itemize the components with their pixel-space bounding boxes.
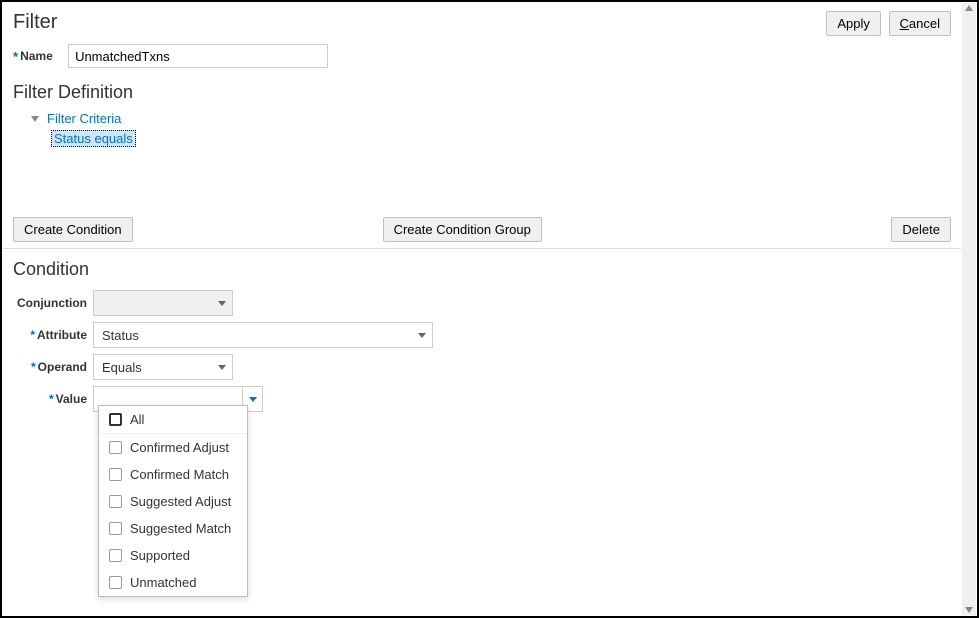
chevron-down-icon <box>218 365 226 370</box>
page-title: Filter <box>13 11 57 34</box>
action-center: Create Condition Group <box>383 217 882 242</box>
option-label: Unmatched <box>130 575 196 590</box>
create-condition-group-button[interactable]: Create Condition Group <box>383 217 542 242</box>
checkbox-icon <box>109 495 122 508</box>
option-label: Confirmed Match <box>130 467 229 482</box>
operand-row: *Operand Equals <box>13 354 951 380</box>
required-indicator: * <box>30 328 35 342</box>
vertical-scrollbar[interactable] <box>962 3 976 615</box>
option-label: Suggested Match <box>130 521 231 536</box>
delete-button[interactable]: Delete <box>891 217 951 242</box>
action-bar: Create Condition Create Condition Group … <box>3 211 961 249</box>
required-indicator: * <box>49 392 54 406</box>
dropdown-option-confirmed-adjust[interactable]: Confirmed Adjust <box>99 434 247 461</box>
option-label: Confirmed Adjust <box>130 440 229 455</box>
checkbox-icon <box>109 522 122 535</box>
checkbox-icon <box>109 441 122 454</box>
header: Filter Apply Cancel <box>3 3 961 40</box>
dropdown-option-suggested-adjust[interactable]: Suggested Adjust <box>99 488 247 515</box>
filter-dialog: Filter Apply Cancel * Name Filter Defini… <box>0 0 979 618</box>
conjunction-row: Conjunction <box>13 290 951 316</box>
operand-value: Equals <box>102 360 142 375</box>
cancel-accelerator: C <box>900 16 909 31</box>
attribute-select[interactable]: Status <box>93 322 433 348</box>
chevron-down-icon <box>218 301 226 306</box>
value-dropdown-panel: All Confirmed Adjust Confirmed Match Sug… <box>98 405 248 597</box>
filter-criteria-tree: Filter Criteria Status equals <box>3 109 961 161</box>
conjunction-label: Conjunction <box>13 296 93 310</box>
spacer <box>3 161 961 211</box>
condition-title: Condition <box>3 249 961 286</box>
criteria-node-status-equals[interactable]: Status equals <box>51 130 136 147</box>
checkbox-icon <box>109 413 122 426</box>
value-label: *Value <box>13 392 93 406</box>
required-indicator: * <box>31 360 36 374</box>
option-label: Suggested Adjust <box>130 494 231 509</box>
filter-definition-title: Filter Definition <box>3 72 961 109</box>
triangle-down-icon <box>249 397 257 402</box>
checkbox-icon <box>109 549 122 562</box>
content-area: Filter Apply Cancel * Name Filter Defini… <box>3 3 961 615</box>
option-label: Supported <box>130 548 190 563</box>
operand-label: *Operand <box>13 360 93 374</box>
checkbox-icon <box>109 576 122 589</box>
name-label: Name <box>20 49 68 63</box>
condition-form: Conjunction *Attribute Status *Operand E… <box>3 286 961 422</box>
dropdown-option-confirmed-match[interactable]: Confirmed Match <box>99 461 247 488</box>
tree-root-row[interactable]: Filter Criteria <box>31 111 951 126</box>
dropdown-option-supported[interactable]: Supported <box>99 542 247 569</box>
checkbox-icon <box>109 468 122 481</box>
name-row: * Name <box>3 40 961 72</box>
attribute-row: *Attribute Status <box>13 322 951 348</box>
required-indicator: * <box>13 49 18 64</box>
scroll-down-icon[interactable] <box>965 607 973 613</box>
create-condition-button[interactable]: Create Condition <box>13 217 133 242</box>
attribute-label: *Attribute <box>13 328 93 342</box>
dropdown-option-unmatched[interactable]: Unmatched <box>99 569 247 596</box>
conjunction-select[interactable] <box>93 290 233 316</box>
filter-criteria-link[interactable]: Filter Criteria <box>47 111 121 126</box>
tree-child-row: Status equals <box>51 130 951 147</box>
header-buttons: Apply Cancel <box>822 11 951 36</box>
option-label: All <box>130 412 144 427</box>
chevron-down-icon <box>418 333 426 338</box>
disclosure-triangle-icon[interactable] <box>31 116 39 122</box>
operand-select[interactable]: Equals <box>93 354 233 380</box>
dropdown-option-suggested-match[interactable]: Suggested Match <box>99 515 247 542</box>
dropdown-option-all[interactable]: All <box>99 406 247 434</box>
cancel-button[interactable]: Cancel <box>889 11 951 36</box>
apply-button[interactable]: Apply <box>826 11 881 36</box>
name-input[interactable] <box>68 44 328 68</box>
scroll-up-icon[interactable] <box>965 5 973 11</box>
attribute-value: Status <box>102 328 139 343</box>
